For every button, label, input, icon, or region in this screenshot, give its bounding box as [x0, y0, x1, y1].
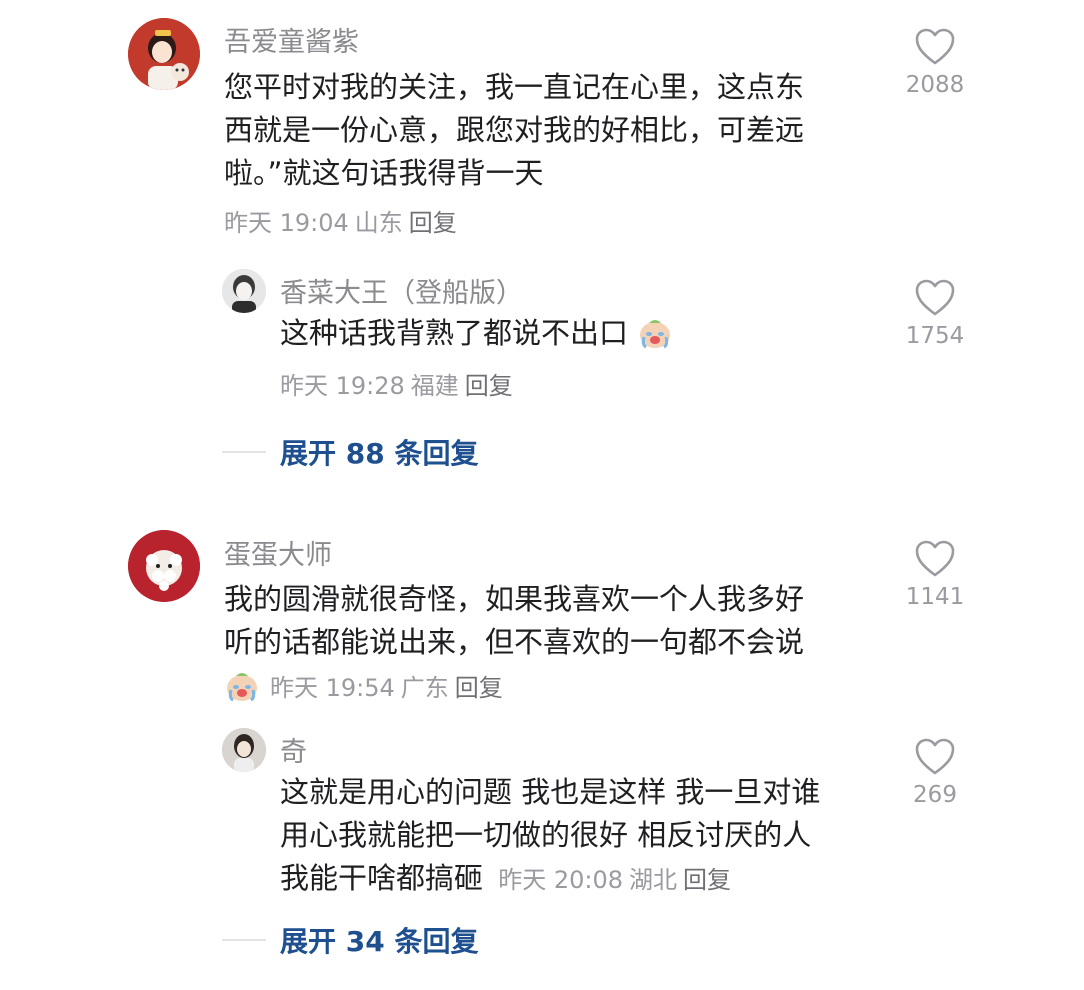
- reply-text: 这种话我背熟了都说不出口: [280, 312, 673, 355]
- comment-text-line: 听的话都能说出来，但不喜欢的一句都不会说: [224, 625, 805, 659]
- avatar[interactable]: [128, 18, 200, 90]
- comment-text-line: 我的圆滑就很奇怪，如果我喜欢一个人我多好: [224, 582, 805, 616]
- reply-button[interactable]: 回复: [465, 372, 513, 400]
- comment-text-line: 西就是一份心意，跟您对我的好相比，可差远: [224, 113, 805, 147]
- like-count: 2088: [905, 72, 965, 98]
- like-count: 1141: [905, 584, 965, 610]
- comment-text: 您平时对我的关注，我一直记在心里，这点东 西就是一份心意，跟您对我的好相比，可差…: [224, 66, 804, 195]
- comment-location: 山东: [354, 209, 403, 237]
- like-button[interactable]: 1754: [900, 279, 970, 349]
- reply-button[interactable]: 回复: [455, 674, 503, 702]
- like-button[interactable]: 269: [900, 738, 970, 808]
- expand-replies-label: 展开 88 条回复: [280, 437, 479, 470]
- comment-username[interactable]: 蛋蛋大师: [224, 533, 332, 572]
- heart-icon: [915, 738, 955, 775]
- reply-time: 昨天 19:28: [280, 372, 405, 400]
- comment-text: 我的圆滑就很奇怪，如果我喜欢一个人我多好 听的话都能说出来，但不喜欢的一句都不会…: [224, 578, 804, 664]
- reply-text-line: 用心我就能把一切做的很好 相反讨厌的人: [280, 818, 812, 852]
- reply-location: 湖北: [629, 866, 678, 894]
- comment-time: 昨天 19:04: [224, 209, 349, 237]
- reply-location: 福建: [410, 372, 459, 400]
- reply-text-line-last: 我能干啥都搞砸 昨天 20:08 湖北 回复: [280, 857, 820, 902]
- like-button[interactable]: 1141: [900, 540, 970, 610]
- comment-text-line: 啦。”就这句话我得背一天: [224, 156, 544, 190]
- reply-button[interactable]: 回复: [409, 209, 457, 237]
- expand-replies-label: 展开 34 条回复: [280, 925, 479, 958]
- reply-username[interactable]: 奇: [280, 730, 307, 769]
- comment-location: 广东: [400, 674, 449, 702]
- reply-username[interactable]: 香菜大王（登船版）: [280, 271, 523, 310]
- comment-meta: 昨天 19:54 广东 回复: [224, 668, 509, 704]
- reply-button[interactable]: 回复: [683, 866, 731, 894]
- reply-meta: 昨天 20:08 湖北 回复: [498, 866, 737, 894]
- reply-text: 这就是用心的问题 我也是这样 我一旦对谁 用心我就能把一切做的很好 相反讨厌的人…: [280, 771, 820, 902]
- comment-meta: 昨天 19:04 山东 回复: [224, 203, 463, 238]
- expand-replies-button[interactable]: 展开 88 条回复: [222, 432, 478, 472]
- avatar[interactable]: [222, 269, 266, 313]
- reply-text-line: 这就是用心的问题 我也是这样 我一旦对谁: [280, 775, 821, 809]
- avatar[interactable]: [222, 728, 266, 772]
- heart-icon: [915, 279, 955, 316]
- like-button[interactable]: 2088: [900, 28, 970, 98]
- heart-icon: [915, 28, 955, 65]
- comment-text-line: 您平时对我的关注，我一直记在心里，这点东: [224, 70, 805, 104]
- heart-icon: [915, 540, 955, 577]
- divider: [222, 451, 266, 453]
- crying-face-emoji: [637, 315, 673, 351]
- expand-replies-button[interactable]: 展开 34 条回复: [222, 920, 478, 960]
- divider: [222, 939, 266, 941]
- reply-meta: 昨天 19:28 福建 回复: [280, 366, 519, 401]
- reply-time: 昨天 20:08: [498, 866, 624, 894]
- like-count: 1754: [905, 323, 965, 349]
- crying-face-emoji: [224, 668, 260, 704]
- comment-time: 昨天 19:54: [270, 674, 395, 702]
- comment-username[interactable]: 吾爱童酱紫: [224, 20, 359, 59]
- like-count: 269: [913, 782, 957, 808]
- avatar[interactable]: [128, 530, 200, 602]
